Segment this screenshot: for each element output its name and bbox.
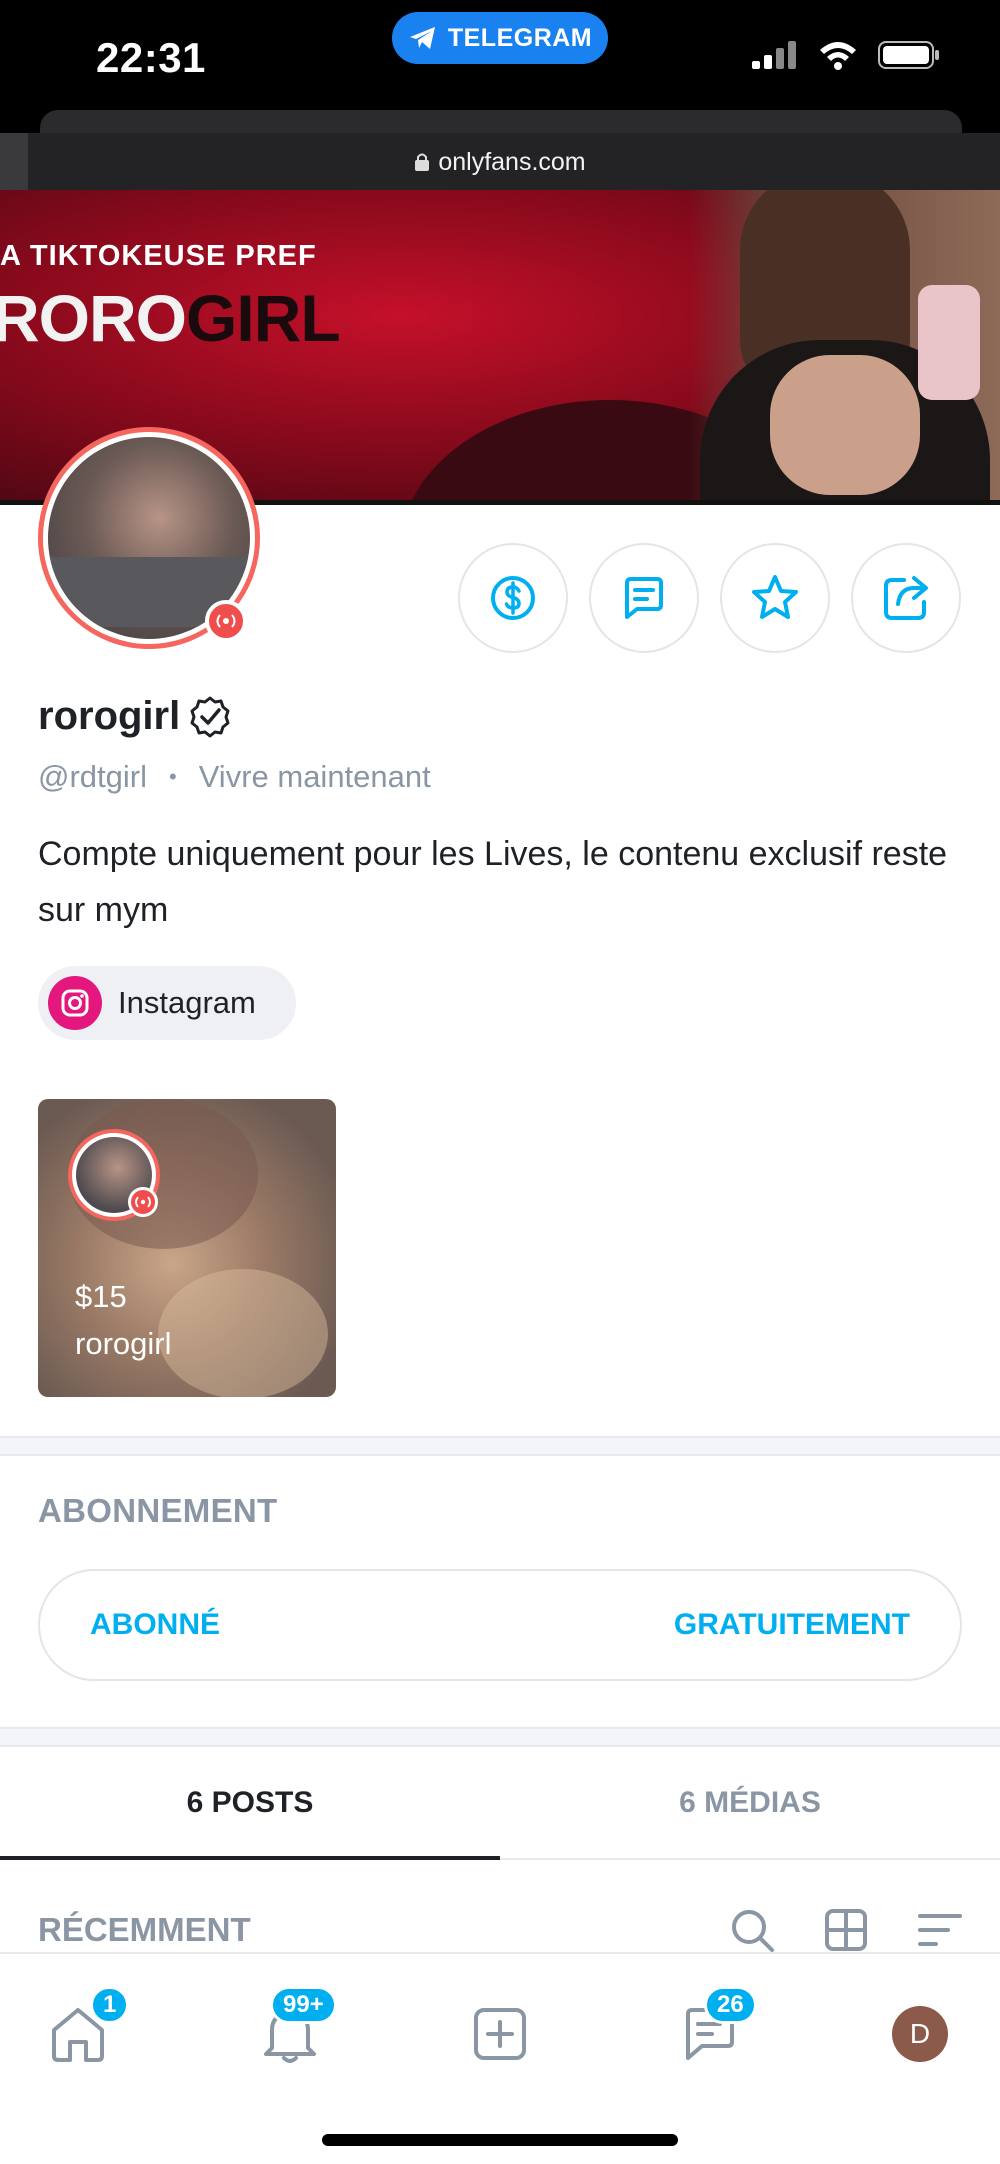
url-bar[interactable]: onlyfans.com [0,133,1000,191]
url-bar-edge [0,133,28,191]
favorite-button[interactable] [720,543,830,653]
search-icon[interactable] [728,1906,776,1954]
add-post-icon [474,2008,526,2060]
subscribe-status-label: ABONNÉ [90,1608,221,1641]
nav-profile[interactable]: D [880,1994,960,2074]
banner-title-leading: R [0,281,40,355]
instagram-label: Instagram [118,985,256,1020]
verified-badge-icon [190,696,230,737]
instagram-link[interactable]: Instagram [38,966,296,1040]
section-divider [0,1727,1000,1747]
grid-view-icon[interactable] [824,1908,868,1952]
profile-name-row: rorogirl [38,694,232,739]
tab-media[interactable]: 6 MÉDIAS [500,1748,1000,1858]
notifications-badge: 99+ [270,1986,337,2024]
home-indicator [322,2134,678,2146]
sort-icon[interactable] [916,1910,962,1950]
nav-home[interactable]: 1 [38,1986,130,2074]
subscribe-price-label: GRATUITEMENT [673,1608,910,1641]
wifi-icon [820,42,856,70]
nav-messages[interactable]: 26 [670,1986,757,2074]
telegram-return-pill[interactable]: TELEGRAM [392,12,608,64]
banner-title-dark: GIRL [186,281,341,355]
nav-notifications[interactable]: 99+ [250,1986,337,2074]
status-time: 22:31 [96,34,206,81]
message-button[interactable] [589,543,699,653]
feed-tools [728,1906,962,1954]
live-broadcast-icon [205,600,247,642]
stream-username: rorogirl [75,1326,172,1361]
share-button[interactable] [851,543,961,653]
profile-page: 22:31 TELEGRAM onlyfans.com A TIKTOKEUSE… [0,0,1000,2164]
stream-live-icon [128,1187,158,1217]
content-tabs: 6 POSTS 6 MÉDIAS [0,1748,1000,1860]
battery-icon [878,41,939,69]
subscribe-button[interactable]: ABONNÉ GRATUITEMENT [38,1569,962,1681]
telegram-label: TELEGRAM [447,23,593,52]
chat-icon [625,577,663,619]
handle-separator: • [168,764,177,789]
nav-create-post[interactable] [460,1994,540,2074]
lock-icon [415,153,430,171]
banner-person-skin [770,355,920,495]
user-avatar: D [892,2006,948,2062]
profile-actions [458,543,961,653]
tab-posts[interactable]: 6 POSTS [0,1748,500,1860]
profile-name: rorogirl [38,694,181,738]
banner-title: ROROGIRL [0,280,341,356]
profile-status: Vivre maintenant [198,759,431,794]
signal-icon [752,41,796,69]
banner-subtitle: A TIKTOKEUSE PREF [0,240,317,272]
dollar-icon [491,576,535,620]
telegram-icon [409,27,435,49]
profile-handle-row: @rdtgirl • Vivre maintenant [38,759,431,795]
home-badge: 1 [90,1986,130,2024]
stream-price: $15 [75,1279,127,1314]
share-icon [884,576,928,620]
tip-button[interactable] [458,543,568,653]
subscription-section-title: ABONNEMENT [38,1492,278,1529]
live-stream-card[interactable]: $15 rorogirl [38,1099,336,1397]
star-icon [752,575,798,619]
messages-badge: 26 [704,1986,757,2024]
bottom-navigation: 1 99+ 26 D [0,1952,1000,2164]
url-text: onlyfans.com [438,147,586,176]
banner-title-light: ORO [38,281,187,355]
system-icons [752,40,940,70]
banner-phone [918,285,980,400]
stream-thumbnail-highlight [158,1269,328,1397]
section-divider [0,1436,1000,1456]
profile-handle: @rdtgirl [38,759,147,794]
feed-toolbar: RÉCEMMENT [38,1900,962,1960]
instagram-icon [48,976,102,1030]
sort-label: RÉCEMMENT [38,1911,251,1948]
profile-bio: Compte uniquement pour les Lives, le con… [38,835,948,929]
